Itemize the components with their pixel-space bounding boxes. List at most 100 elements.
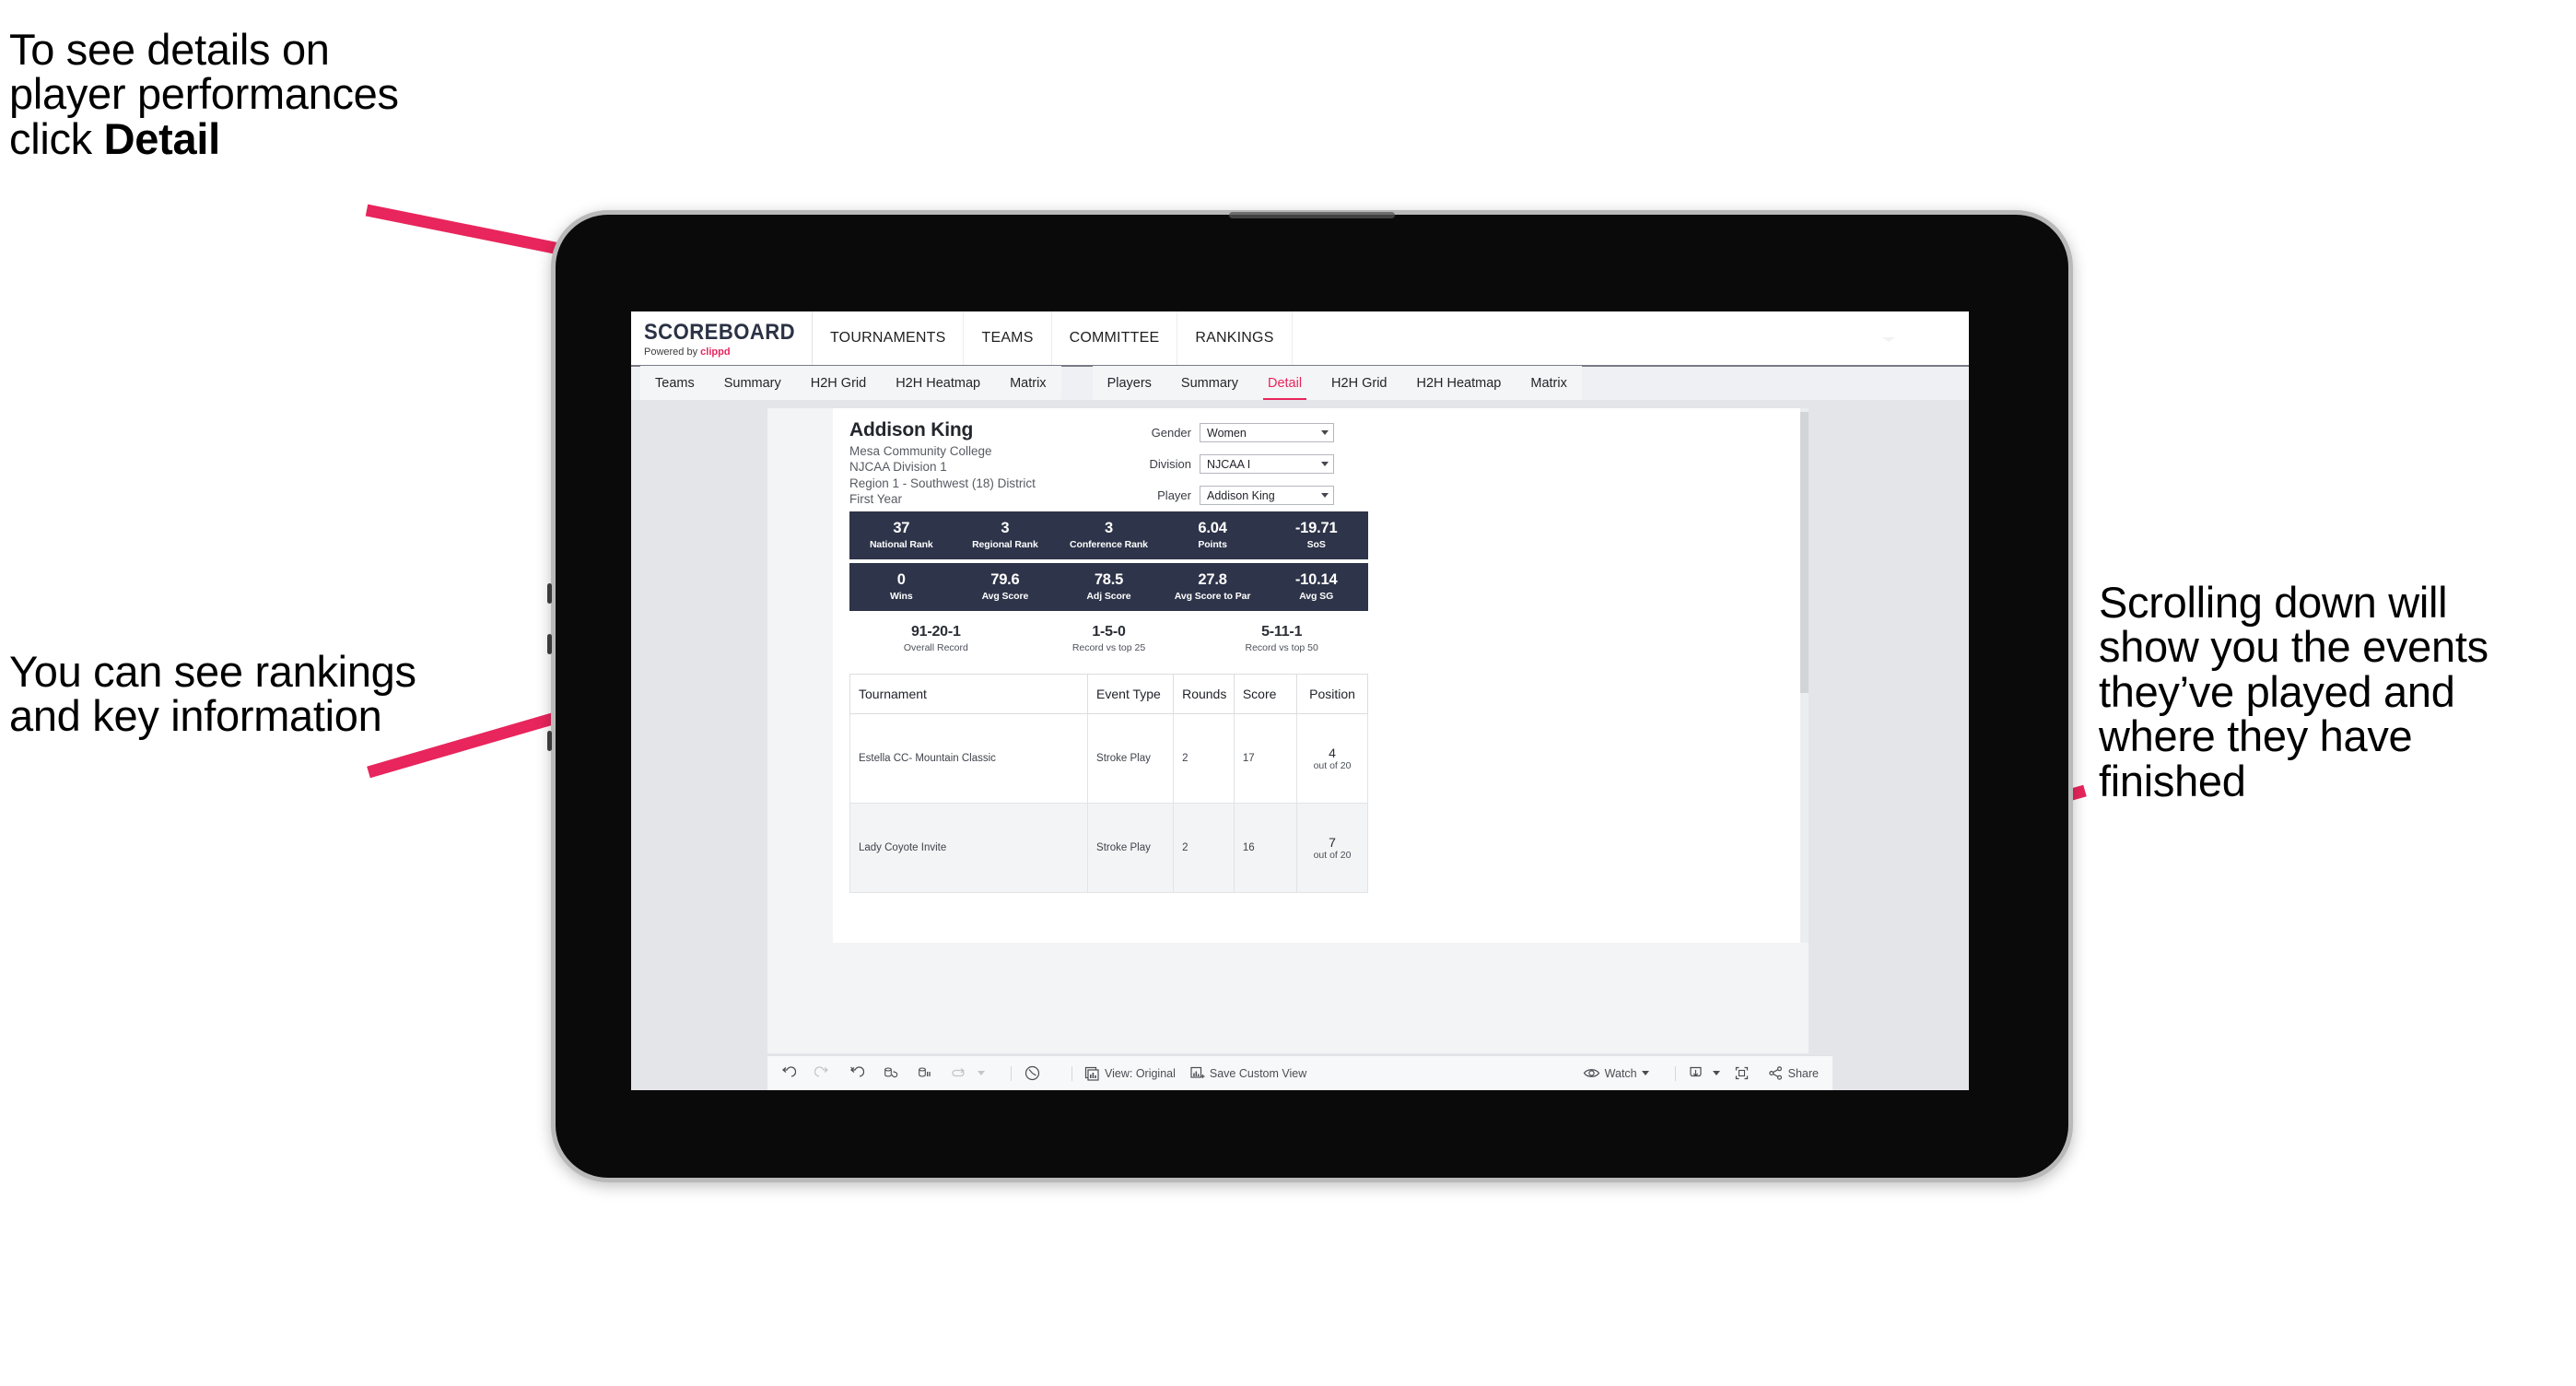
stat-value: 6.04 <box>1198 519 1227 536</box>
records-row: 91-20-1 Overall Record 1-5-0 Record vs t… <box>849 618 1368 659</box>
dashboard-canvas: Addison King Mesa Community College NJCA… <box>767 408 1809 1053</box>
annotation-detail-line1: To see details on <box>9 25 330 74</box>
chevron-down-icon <box>1641 1071 1649 1075</box>
column-header-rounds[interactable]: Rounds <box>1173 674 1235 714</box>
stat-value: 3 <box>1001 519 1010 536</box>
toolbar-divider <box>1071 1065 1072 1081</box>
player-name: Addison King <box>849 419 974 440</box>
loop-button[interactable] <box>951 1065 985 1081</box>
eye-icon <box>1583 1066 1600 1080</box>
pause-data-icon <box>917 1065 932 1081</box>
download-button[interactable] <box>1688 1065 1720 1081</box>
position-number: 4 <box>1329 745 1336 760</box>
revert-icon <box>849 1065 864 1081</box>
stat-label: Adj Score <box>1086 591 1131 603</box>
stat-adj-score: 78.5 Adj Score <box>1057 571 1161 603</box>
tab-players[interactable]: Players <box>1093 366 1166 401</box>
bottom-toolbar: View: Original Save Custom View Watch Sh… <box>767 1055 1832 1090</box>
player-selector-row: Player Addison King <box>1096 486 1334 505</box>
clippd-name: clippd <box>700 346 731 358</box>
player-select[interactable]: Addison King <box>1200 486 1334 505</box>
view-original-label: View: Original <box>1105 1066 1176 1080</box>
app-header-spacer <box>1293 311 1969 365</box>
tab-teams-summary[interactable]: Summary <box>709 366 796 401</box>
stat-label: Avg Score to Par <box>1174 591 1251 603</box>
stat-label: Avg Score <box>981 591 1029 603</box>
save-custom-view-button[interactable]: Save Custom View <box>1189 1065 1306 1081</box>
stat-regional-rank: 3 Regional Rank <box>954 519 1058 551</box>
stat-value: 0 <box>896 570 906 588</box>
watch-button[interactable]: Watch <box>1583 1066 1649 1080</box>
player-school: Mesa Community College <box>849 443 992 458</box>
column-header-position[interactable]: Position <box>1296 674 1368 714</box>
revert-button[interactable] <box>849 1065 869 1081</box>
column-header-score[interactable]: Score <box>1233 674 1298 714</box>
position-out-of: out of 20 <box>1313 850 1352 862</box>
topnav-item-committee[interactable]: COMMITTEE <box>1052 311 1178 365</box>
tab-players-h2h-grid[interactable]: H2H Grid <box>1317 366 1401 401</box>
stat-value: -10.14 <box>1294 570 1338 588</box>
record-vs-top-50: 5-11-1 Record vs top 50 <box>1195 624 1368 653</box>
tab-players-summary[interactable]: Summary <box>1166 366 1253 401</box>
tab-teams[interactable]: Teams <box>640 366 709 401</box>
brand-logo[interactable]: SCOREBOARD Powered by clippd <box>631 311 813 365</box>
tab-players-h2h-heatmap[interactable]: H2H Heatmap <box>1401 366 1516 401</box>
fullscreen-button[interactable] <box>1734 1065 1754 1081</box>
redo-button[interactable] <box>814 1065 835 1081</box>
vertical-scrollbar-thumb[interactable] <box>1800 412 1809 693</box>
gender-select[interactable]: Women <box>1200 423 1334 442</box>
sub-tab-bar: Teams Summary H2H Grid H2H Heatmap Matri… <box>631 365 1969 401</box>
pause-refresh-button[interactable] <box>1024 1064 1046 1082</box>
report-sheet: Addison King Mesa Community College NJCA… <box>833 408 1386 943</box>
stat-value: 27.8 <box>1198 570 1227 588</box>
record-value: 5-11-1 <box>1261 624 1303 640</box>
tab-teams-h2h-grid[interactable]: H2H Grid <box>796 366 881 401</box>
stat-sos: -19.71 SoS <box>1264 519 1368 550</box>
view-original-icon <box>1084 1065 1100 1081</box>
stat-avg-score-to-par: 27.8 Avg Score to Par <box>1161 570 1265 603</box>
dashboard-content: Addison King Mesa Community College NJCA… <box>631 400 1969 1090</box>
stat-label: Avg SG <box>1299 591 1334 603</box>
topnav-item-teams[interactable]: TEAMS <box>964 311 1052 365</box>
table-row[interactable]: Lady Coyote Invite Stroke Play 2 16 7 ou… <box>849 803 1368 893</box>
record-label: Record vs top 25 <box>1071 642 1146 653</box>
topnav-item-rankings[interactable]: RANKINGS <box>1177 311 1293 365</box>
tab-teams-h2h-heatmap[interactable]: H2H Heatmap <box>881 366 995 401</box>
player-label: Player <box>1157 488 1191 502</box>
tab-teams-matrix[interactable]: Matrix <box>995 366 1060 401</box>
gender-selector-row: Gender Women <box>1096 423 1334 442</box>
stat-value: -19.71 <box>1294 519 1338 536</box>
pause-data-button[interactable] <box>917 1065 937 1081</box>
undo-button[interactable] <box>780 1065 801 1081</box>
annotation-detail-tip: To see details on player performances cl… <box>9 25 599 161</box>
table-row[interactable]: Estella CC- Mountain Classic Stroke Play… <box>849 713 1368 804</box>
stat-label: Conference Rank <box>1070 539 1148 551</box>
view-original-button[interactable]: View: Original <box>1084 1065 1176 1081</box>
chevron-down-icon[interactable] <box>1882 336 1895 342</box>
cell-rounds: 2 <box>1173 803 1235 893</box>
stat-label: Regional Rank <box>972 539 1038 551</box>
stat-label: National Rank <box>869 539 933 551</box>
column-header-tournament[interactable]: Tournament <box>849 674 1089 714</box>
chevron-down-icon <box>978 1071 985 1075</box>
topnav-item-tournaments[interactable]: TOURNAMENTS <box>813 311 965 365</box>
stats-band-scoring: 0 Wins 79.6 Avg Score 78.5 Adj Score 27.… <box>849 563 1368 611</box>
division-value: NJCAA I <box>1207 457 1251 471</box>
tablet-speaker <box>1229 212 1395 218</box>
refresh-data-button[interactable] <box>883 1065 903 1081</box>
download-icon <box>1688 1065 1704 1081</box>
stat-value: 3 <box>1104 519 1113 536</box>
column-header-event-type[interactable]: Event Type <box>1087 674 1175 714</box>
division-select[interactable]: NJCAA I <box>1200 454 1334 474</box>
player-division: NJCAA Division 1 <box>849 460 947 474</box>
cell-position: 7 out of 20 <box>1296 803 1368 893</box>
share-button[interactable]: Share <box>1768 1065 1819 1081</box>
cell-position: 4 out of 20 <box>1296 713 1368 804</box>
save-custom-view-icon <box>1189 1065 1205 1081</box>
tab-players-matrix[interactable]: Matrix <box>1516 366 1581 401</box>
watch-label: Watch <box>1604 1066 1637 1080</box>
tab-players-detail[interactable]: Detail <box>1253 366 1317 401</box>
toolbar-divider <box>1674 1065 1676 1081</box>
annotation-scrolling-tip: Scrolling down will show you the events … <box>2099 578 2488 805</box>
vertical-scrollbar-track[interactable] <box>1800 408 1809 943</box>
